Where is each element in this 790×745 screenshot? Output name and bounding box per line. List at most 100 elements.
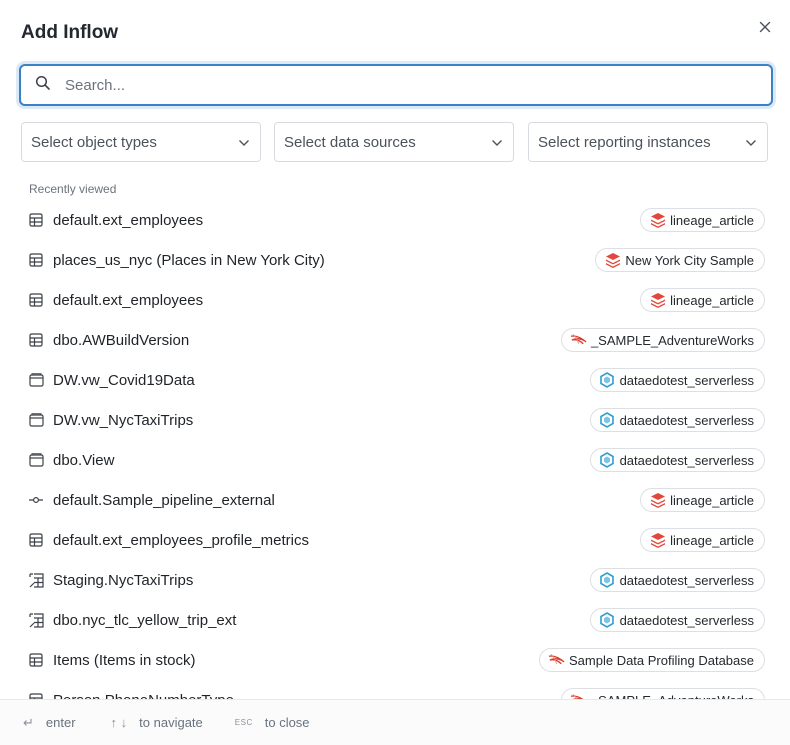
databricks-icon	[649, 532, 666, 549]
synapse-icon	[599, 572, 616, 589]
table-icon	[28, 652, 44, 668]
source-badge: New York City Sample	[595, 248, 765, 272]
source-badge: dataedotest_serverless	[589, 608, 765, 632]
close-icon[interactable]	[756, 18, 774, 36]
table-icon	[28, 532, 44, 548]
item-name: DW.vw_Covid19Data	[53, 371, 195, 389]
reporting-instances-select-label: Select reporting instances	[538, 133, 711, 151]
pipeline-icon	[28, 492, 44, 508]
view-icon	[28, 452, 44, 468]
data-sources-select-label: Select data sources	[284, 133, 416, 151]
item-name: Person.PhoneNumberType	[53, 692, 234, 700]
source-badge: _SAMPLE_AdventureWorks	[560, 328, 765, 352]
source-name: lineage_article	[670, 292, 754, 308]
list-item[interactable]: places_us_nyc (Places in New York City) N…	[21, 240, 769, 280]
source-name: lineage_article	[670, 532, 754, 548]
source-name: lineage_article	[670, 492, 754, 508]
list-item[interactable]: default.Sample_pipeline_external lineage_…	[21, 480, 769, 520]
list-item[interactable]: dbo.AWBuildVersion _SAMPLE_AdventureWorks	[21, 320, 769, 360]
data-sources-select[interactable]: Select data sources	[274, 122, 514, 162]
reporting-instances-select[interactable]: Select reporting instances	[528, 122, 768, 162]
keyboard-hints: ↵ enter ↑ ↓ to navigate ESC to close	[0, 699, 790, 745]
recently-viewed-heading: Recently viewed	[29, 182, 117, 196]
list-item[interactable]: DW.vw_Covid19Data dataedotest_serverless	[21, 360, 769, 400]
item-name: dbo.View	[53, 451, 115, 469]
synapse-icon	[599, 412, 616, 429]
source-badge: dataedotest_serverless	[589, 568, 765, 592]
source-name: _SAMPLE_AdventureWorks	[590, 332, 754, 348]
list-item[interactable]: DW.vw_NycTaxiTrips dataedotest_serverless	[21, 400, 769, 440]
source-name: dataedotest_serverless	[619, 412, 754, 428]
enter-key-icon: ↵	[23, 714, 34, 730]
source-name: Sample Data Profiling Database	[569, 652, 754, 668]
databricks-icon	[649, 212, 666, 229]
source-badge: dataedotest_serverless	[589, 448, 765, 472]
enter-hint: enter	[45, 715, 76, 730]
item-name: default.ext_employees	[53, 211, 204, 229]
source-badge: _SAMPLE_AdventureWorks	[560, 688, 765, 699]
arrow-keys-icon: ↑ ↓	[110, 715, 128, 730]
source-badge: lineage_article	[640, 208, 765, 232]
list-item[interactable]: dbo.nyc_tlc_yellow_trip_ext dataedotest_s…	[21, 600, 769, 640]
table-icon	[28, 292, 44, 308]
synapse-icon	[599, 452, 616, 469]
item-name: dbo.AWBuildVersion	[53, 331, 190, 349]
databricks-icon	[649, 292, 666, 309]
source-name: dataedotest_serverless	[619, 452, 754, 468]
list-item[interactable]: Person.PhoneNumberType _SAMPLE_AdventureW…	[21, 680, 769, 699]
source-badge: dataedotest_serverless	[589, 408, 765, 432]
table-icon	[28, 332, 44, 348]
table-icon	[28, 692, 44, 699]
view-icon	[28, 372, 44, 388]
item-name: DW.vw_NycTaxiTrips	[53, 411, 194, 429]
item-name: default.ext_employees	[53, 291, 204, 309]
list-item[interactable]: default.ext_employees_profile_metrics lin…	[21, 520, 769, 560]
synapse-icon	[599, 612, 616, 629]
close-hint: to close	[264, 715, 310, 730]
external-table-icon	[28, 612, 44, 628]
object-types-select-label: Select object types	[31, 133, 157, 151]
source-badge: Sample Data Profiling Database	[539, 648, 765, 672]
item-name: places_us_nyc (Places in New York City)	[53, 251, 325, 269]
item-name: dbo.nyc_tlc_yellow_trip_ext	[53, 611, 237, 629]
list-item[interactable]: default.ext_employees lineage_article	[21, 200, 769, 240]
item-name: default.Sample_pipeline_external	[53, 491, 275, 509]
search-icon	[21, 75, 51, 96]
table-icon	[28, 252, 44, 268]
databricks-icon	[649, 492, 666, 509]
list-item[interactable]: default.ext_employees lineage_article	[21, 280, 769, 320]
source-name: New York City Sample	[625, 252, 754, 268]
search-input[interactable]	[63, 75, 727, 95]
source-name: lineage_article	[670, 212, 754, 228]
synapse-icon	[599, 372, 616, 389]
source-name: dataedotest_serverless	[619, 572, 754, 588]
list-item[interactable]: Staging.NycTaxiTrips dataedotest_serverle…	[21, 560, 769, 600]
view-icon	[28, 412, 44, 428]
source-badge: lineage_article	[640, 488, 765, 512]
object-types-select[interactable]: Select object types	[21, 122, 261, 162]
source-badge: dataedotest_serverless	[589, 368, 765, 392]
item-name: Staging.NycTaxiTrips	[53, 571, 194, 589]
databricks-icon	[604, 252, 621, 269]
source-name: dataedotest_serverless	[619, 612, 754, 628]
chevron-down-icon	[238, 134, 250, 151]
sql-server-icon	[548, 652, 565, 669]
esc-key-icon: ESC	[234, 718, 253, 727]
item-name: Items (Items in stock)	[53, 651, 196, 669]
search-box	[19, 64, 773, 106]
source-badge: lineage_article	[640, 528, 765, 552]
external-table-icon	[28, 572, 44, 588]
source-badge: lineage_article	[640, 288, 765, 312]
list-item[interactable]: dbo.View dataedotest_serverless	[21, 440, 769, 480]
chevron-down-icon	[491, 134, 503, 151]
navigate-hint: to navigate	[139, 715, 203, 730]
table-icon	[28, 212, 44, 228]
item-name: default.ext_employees_profile_metrics	[53, 531, 309, 549]
source-name: dataedotest_serverless	[619, 372, 754, 388]
chevron-down-icon	[745, 134, 757, 151]
list-item[interactable]: Items (Items in stock) Sample Data Profil…	[21, 640, 769, 680]
sql-server-icon	[570, 332, 587, 349]
recent-list: default.ext_employees lineage_article plac…	[21, 200, 769, 699]
sql-server-icon	[570, 692, 587, 699]
dialog-title: Add Inflow	[21, 22, 119, 43]
